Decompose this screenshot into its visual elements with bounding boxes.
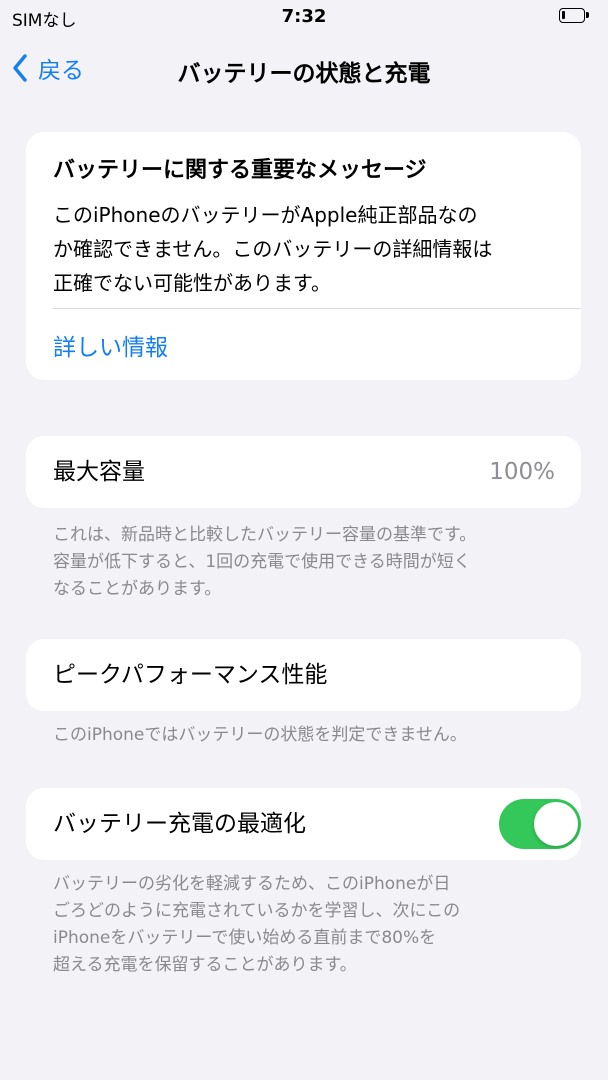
- peak-performance-footnote: このiPhoneではバッテリーの状態を判定できません。: [53, 722, 563, 749]
- battery-tip: [586, 12, 589, 18]
- footnote-line: 超える充電を保留することがあります。: [53, 955, 357, 975]
- peak-performance-label: ピークパフォーマンス性能: [53, 662, 328, 688]
- more-info-link[interactable]: 詳しい情報: [53, 328, 168, 362]
- maximum-capacity-label: 最大容量: [53, 459, 145, 485]
- maximum-capacity-row: 最大容量 100%: [26, 436, 581, 508]
- toggle-knob: [534, 802, 578, 846]
- battery-level-fill: [562, 11, 565, 19]
- footnote-line: iPhoneをバッテリーで使い始める直前まで80%を: [53, 928, 437, 948]
- important-message-card: バッテリーに関する重要なメッセージ このiPhoneのバッテリーがApple純正…: [26, 132, 581, 380]
- maximum-capacity-value: 100%: [489, 459, 555, 485]
- navigation-bar: 戻る バッテリーの状態と充電: [0, 40, 608, 96]
- peak-performance-row: ピークパフォーマンス性能: [26, 639, 581, 711]
- footnote-line: 容量が低下すると、1回の充電で使用できる時間が短く: [53, 552, 471, 572]
- important-message-line: このiPhoneのバッテリーがApple純正部品なの: [53, 203, 478, 227]
- status-time: 7:32: [281, 6, 327, 27]
- card-divider: [53, 308, 581, 309]
- optimized-charging-toggle[interactable]: [499, 799, 581, 849]
- maximum-capacity-footnote: これは、新品時と比較したバッテリー容量の基準です。 容量が低下すると、1回の充電…: [53, 522, 563, 603]
- page-title: バッテリーの状態と充電: [177, 61, 431, 87]
- optimized-charging-label: バッテリー充電の最適化: [53, 811, 306, 837]
- important-message-body: このiPhoneのバッテリーがApple純正部品なの か確認できません。このバッ…: [53, 198, 563, 300]
- optimized-charging-footnote: バッテリーの劣化を軽減するため、このiPhoneが日 ごろどのように充電されてい…: [53, 871, 563, 979]
- battery-icon: [559, 8, 589, 23]
- status-bar: SIMなし 7:32: [0, 0, 608, 34]
- footnote-line: このiPhoneではバッテリーの状態を判定できません。: [53, 725, 467, 745]
- important-message-title: バッテリーに関する重要なメッセージ: [53, 158, 427, 183]
- important-message-line: 正確でない可能性があります。: [53, 271, 331, 295]
- important-message-line: か確認できません。このバッテリーの詳細情報は: [53, 237, 493, 261]
- footnote-line: これは、新品時と比較したバッテリー容量の基準です。: [53, 525, 477, 545]
- footnote-line: バッテリーの劣化を軽減するため、このiPhoneが日: [53, 874, 451, 894]
- footnote-line: なることがあります。: [53, 579, 222, 599]
- footnote-line: ごろどのように充電されているかを学習し、次にこの: [53, 901, 461, 921]
- optimized-charging-row: バッテリー充電の最適化: [26, 788, 581, 860]
